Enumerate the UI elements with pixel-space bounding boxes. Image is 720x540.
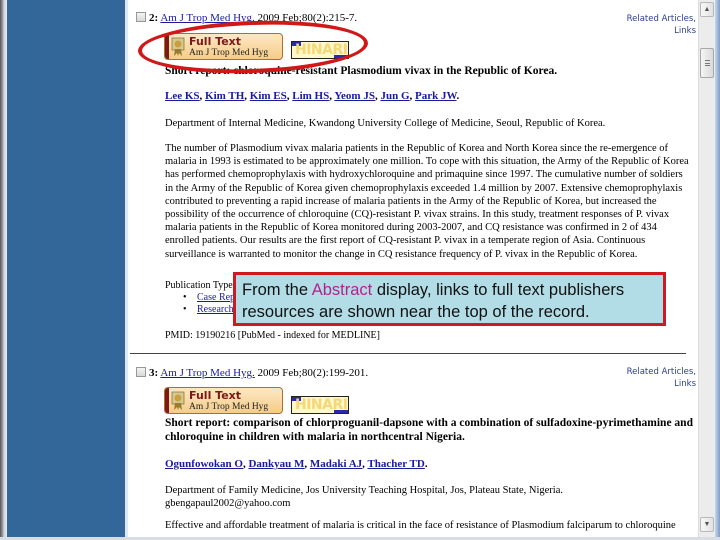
abstract-text: Effective and affordable treatment of ma… bbox=[165, 520, 676, 531]
full-text-button[interactable]: Full Text Am J Trop Med Hyg bbox=[164, 387, 283, 414]
scroll-down-arrow-icon[interactable]: ▼ bbox=[700, 517, 714, 532]
links-link[interactable]: Links bbox=[627, 25, 696, 37]
record-select-checkbox[interactable] bbox=[136, 12, 146, 22]
full-text-journal: Am J Trop Med Hyg bbox=[189, 402, 269, 412]
record-number: 2: bbox=[149, 12, 159, 24]
author-list: Ogunfowokan O, Dankyau M, Madaki AJ, Tha… bbox=[165, 458, 428, 470]
award-ribbon-icon bbox=[171, 37, 185, 56]
window-edge bbox=[715, 0, 720, 540]
hinari-button[interactable]: HINARI bbox=[291, 41, 349, 59]
hinari-button[interactable]: HINARI bbox=[291, 396, 349, 414]
author-list: Lee KS, Kim TH, Kim ES, Lim HS, Yeom JS,… bbox=[165, 90, 460, 102]
affiliation-text: Department of Family Medicine, Jos Unive… bbox=[165, 485, 563, 496]
callout-text-part1: From the bbox=[242, 281, 312, 299]
left-side-panel bbox=[7, 0, 125, 540]
scroll-up-arrow-icon[interactable]: ▲ bbox=[700, 2, 714, 17]
author-link[interactable]: Lee KS bbox=[165, 90, 200, 102]
related-articles-link[interactable]: Related Articles, bbox=[627, 13, 696, 25]
article-title: Short report: comparison of chlorproguan… bbox=[165, 417, 693, 443]
callout-highlight: Abstract bbox=[311, 281, 373, 299]
record-number: 3: bbox=[149, 367, 159, 379]
record-divider bbox=[130, 353, 686, 354]
scrollbar-thumb[interactable] bbox=[700, 48, 714, 78]
author-email: gbengapaul2002@yahoo.com bbox=[165, 498, 291, 509]
full-text-journal: Am J Trop Med Hyg bbox=[189, 48, 269, 58]
author-link[interactable]: Park JW bbox=[415, 90, 456, 102]
journal-link[interactable]: Am J Trop Med Hyg. bbox=[160, 367, 254, 379]
award-ribbon-icon bbox=[171, 391, 185, 410]
vertical-scrollbar[interactable]: ▲ ▼ bbox=[698, 0, 715, 540]
journal-link[interactable]: Am J Trop Med Hyg. bbox=[160, 12, 254, 24]
citation: 2009 Feb;80(2):199-201. bbox=[254, 367, 369, 379]
record-header: 3: Am J Trop Med Hyg. 2009 Feb;80(2):199… bbox=[136, 367, 368, 379]
author-link[interactable]: Kim ES bbox=[250, 90, 287, 102]
affiliation: Department of Family Medicine, Jos Unive… bbox=[165, 484, 695, 510]
author-link[interactable]: Lim HS bbox=[292, 90, 329, 102]
author-link[interactable]: Thacher TD bbox=[367, 458, 424, 470]
record-header: 2: Am J Trop Med Hyg. 2009 Feb;80(2):215… bbox=[136, 12, 357, 24]
grip-icon bbox=[705, 60, 710, 66]
abstract-text: The number of Plasmodium vivax malaria p… bbox=[165, 143, 689, 260]
full-text-label: Full Text bbox=[189, 35, 242, 48]
author-link[interactable]: Ogunfowokan O bbox=[165, 458, 243, 470]
related-links: Related Articles, Links bbox=[627, 13, 696, 37]
author-link[interactable]: Dankyau M bbox=[248, 458, 304, 470]
citation: 2009 Feb;80(2):215-7. bbox=[254, 12, 358, 24]
record-select-checkbox[interactable] bbox=[136, 367, 146, 377]
affiliation: Department of Internal Medicine, Kwandon… bbox=[165, 118, 606, 129]
related-articles-link[interactable]: Related Articles, bbox=[627, 366, 696, 378]
annotation-callout: From the Abstract display, links to full… bbox=[233, 272, 666, 326]
author-link[interactable]: Madaki AJ bbox=[310, 458, 362, 470]
related-links: Related Articles, Links bbox=[627, 366, 696, 390]
author-link[interactable]: Kim TH bbox=[205, 90, 244, 102]
window-edge bbox=[0, 0, 7, 540]
full-text-button[interactable]: Full Text Am J Trop Med Hyg bbox=[164, 33, 283, 60]
author-link[interactable]: Jun G bbox=[380, 90, 409, 102]
links-link[interactable]: Links bbox=[627, 378, 696, 390]
pubmed-results-page: 2: Am J Trop Med Hyg. 2009 Feb;80(2):215… bbox=[128, 0, 698, 540]
author-link[interactable]: Yeom JS bbox=[334, 90, 375, 102]
full-text-label: Full Text bbox=[189, 389, 242, 402]
article-title: Short report: chloroquine-resistant Plas… bbox=[165, 65, 558, 77]
pmid: PMID: 19190216 [PubMed - indexed for MED… bbox=[165, 330, 380, 341]
